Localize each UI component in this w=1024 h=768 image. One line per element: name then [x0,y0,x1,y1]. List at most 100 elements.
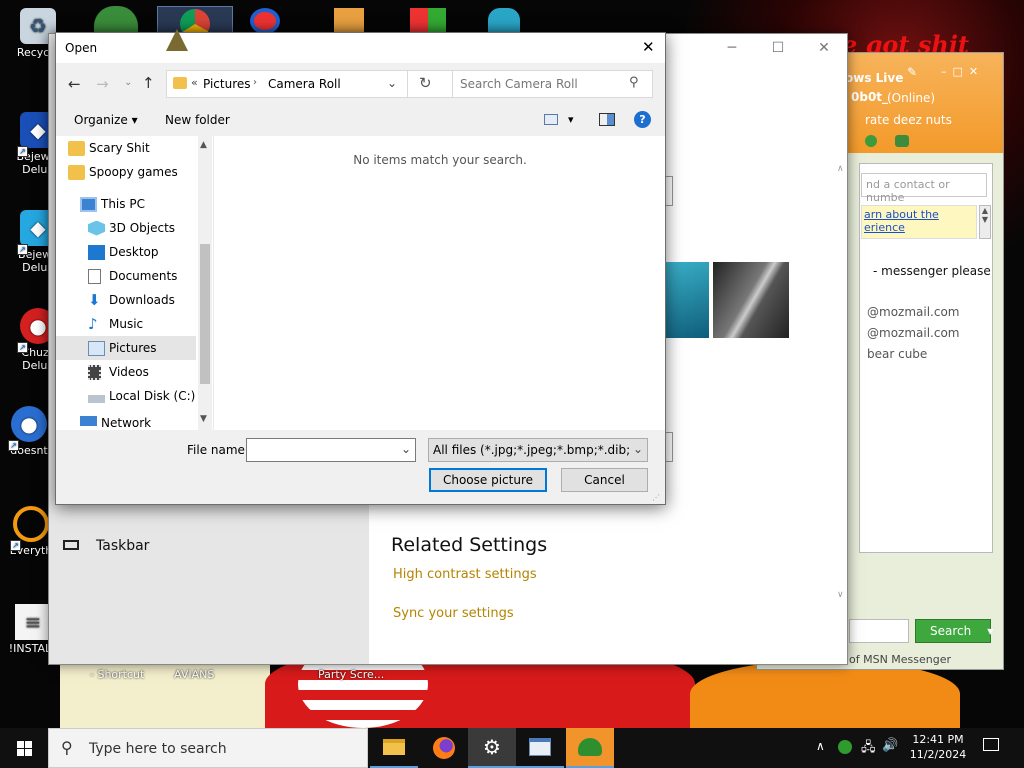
settings-dropdown-edge[interactable] [665,176,673,206]
address-dropdown-icon[interactable]: ⌄ [387,76,397,90]
msn-status[interactable]: (Online) [887,91,935,105]
scroll-down-icon[interactable]: ∨ [837,590,844,600]
msn-window-controls[interactable]: –□✕ [941,65,984,78]
msn-taskbar-button[interactable] [566,728,614,768]
nav-item-3d-objects[interactable]: 3D Objects [56,216,196,240]
file-type-filter[interactable]: All files (*.jpg;*.jpeg;*.bmp;*.dib;*.pn… [428,438,648,462]
search-input[interactable]: Search Camera Roll [460,77,578,91]
close-icon[interactable]: ✕ [801,40,847,56]
app-desktop-icon[interactable] [250,8,280,34]
scroll-down-icon[interactable]: ▼ [200,414,207,424]
msn-username[interactable]: 0b0t_ [851,90,888,104]
dialog-close-icon[interactable]: ✕ [642,38,655,56]
settings-dropdown-edge[interactable] [665,432,673,462]
view-dropdown-icon[interactable]: ▾ [568,113,574,126]
cancel-button[interactable]: Cancel [561,468,648,492]
avatar-desktop-icon[interactable] [488,8,520,34]
firefox-taskbar-button[interactable] [420,728,468,768]
settings-taskbar-button[interactable]: ⚙ [468,728,516,768]
chevron-down-icon[interactable]: ⌄ [401,442,411,456]
up-arrow-icon[interactable]: ↑ [142,74,155,92]
desktop-label-avians[interactable]: AVIANS [174,668,214,681]
msn-tray-icon[interactable] [838,740,852,754]
show-hidden-icons[interactable]: ∧ [816,739,825,753]
download-icon: ⬇ [88,290,101,309]
nav-item-desktop[interactable]: Desktop [56,240,196,264]
minimize-icon[interactable]: ─ [709,40,755,56]
breadcrumb-pictures[interactable]: Pictures [203,77,251,91]
network-tray-icon[interactable]: 🖧 [861,738,876,760]
settings-nav-taskbar[interactable]: Taskbar [96,538,149,554]
breadcrumb-overflow[interactable]: « [191,76,198,89]
new-folder-button[interactable]: New folder [165,113,230,127]
taskbar-search-input[interactable]: Type here to search [89,741,227,757]
chrome-desktop-icon[interactable] [157,6,233,39]
breadcrumb-separator-icon[interactable]: › [253,77,257,88]
msn-contact[interactable]: bear cube [867,347,927,361]
desktop-label-party[interactable]: Party Scre... [318,668,384,681]
volume-icon[interactable]: 🔊 [882,738,898,753]
file-name-combobox[interactable]: ⌄ [246,438,416,462]
nav-item-documents[interactable]: Documents [56,264,196,288]
picture-thumbnail[interactable] [713,262,789,338]
nav-item-network[interactable]: Network [56,416,196,430]
msn-contacts-icon[interactable] [895,135,909,147]
dialog-title: Open [65,41,98,55]
sync-settings-link[interactable]: Sync your settings [393,606,514,621]
msn-find-contact-input[interactable]: nd a contact or numbe [861,173,987,204]
msn-online-icon[interactable] [865,135,877,147]
view-options-icon[interactable] [544,114,558,125]
chevron-down-icon[interactable]: ⌄ [633,442,643,456]
notifications-icon[interactable] [983,738,999,751]
desktop-label-shortcut[interactable]: - Shortcut [90,668,144,681]
search-box[interactable]: Search Camera Roll ⚲ [452,70,653,98]
winrar-desktop-icon[interactable] [334,8,364,34]
search-icon[interactable]: ⚲ [629,75,639,90]
file-explorer-taskbar-button[interactable] [370,728,418,768]
nav-item-music[interactable]: ♪ Music [56,312,196,336]
back-arrow-icon[interactable]: ← [68,75,81,93]
scroll-up-icon[interactable]: ∧ [837,164,844,174]
msn-contact[interactable]: @mozmail.com [867,305,959,319]
msn-contact[interactable]: - messenger please [873,264,991,278]
scroll-up-icon[interactable]: ▲ [200,140,207,150]
msn-info-link-2[interactable]: erience [864,221,974,234]
nav-item-pictures[interactable]: Pictures [56,336,196,360]
address-bar[interactable]: « Pictures › Camera Roll ⌄ ↻ [166,70,462,98]
nav-item-downloads[interactable]: ⬇ Downloads [56,288,196,312]
picture-thumbnail[interactable] [665,262,709,338]
nav-scrollbar[interactable]: ▲ ▼ [198,136,212,430]
msn-personal-message[interactable]: rate deez nuts [865,113,952,127]
choose-picture-button[interactable]: Choose picture [429,468,547,492]
nav-item-spoopy-games[interactable]: Spoopy games [56,160,196,184]
msn-web-search-input[interactable] [849,619,909,643]
nav-item-local-disk[interactable]: Local Disk (C:) [56,384,196,408]
file-list[interactable]: No items match your search. [213,136,665,430]
recent-chevron-icon[interactable]: ⌄ [124,77,132,88]
msn-info-link[interactable]: arn about the [864,208,974,221]
preview-pane-icon[interactable] [599,113,615,126]
clock[interactable]: 12:41 PM 11/2/2024 [908,732,968,762]
msn-info-scroll[interactable]: ▲ ▼ [979,205,991,239]
open-file-dialog[interactable]: Open ✕ ← → ⌄ ↑ « Pictures › Camera Roll … [55,29,666,505]
forward-arrow-icon[interactable]: → [96,75,109,93]
help-icon[interactable]: ? [634,111,651,128]
resize-grip-icon[interactable]: ⋰ [652,493,660,502]
msn-search-button[interactable]: Search ▾ [915,619,993,643]
breadcrumb-camera-roll[interactable]: Camera Roll [268,77,341,91]
msn-customize-icon[interactable]: ✎ [907,65,917,79]
control-panel-taskbar-button[interactable] [516,728,564,768]
nav-item-videos[interactable]: Videos [56,360,196,384]
nav-item-scary-shit[interactable]: Scary Shit [56,136,196,160]
scrollbar-thumb[interactable] [200,244,210,384]
high-contrast-link[interactable]: High contrast settings [393,567,537,582]
nav-item-this-pc[interactable]: This PC [56,192,196,216]
contacts-desktop-icon[interactable] [94,6,138,34]
start-button[interactable] [0,728,48,768]
organize-button[interactable]: Organize ▾ [74,113,138,127]
msn-contact[interactable]: @mozmail.com [867,326,959,340]
taskbar-search-box[interactable]: ⚲ Type here to search [48,728,368,768]
maximize-icon[interactable]: ☐ [755,40,801,56]
office-desktop-icon[interactable] [410,8,446,34]
refresh-icon[interactable]: ↻ [419,74,432,92]
